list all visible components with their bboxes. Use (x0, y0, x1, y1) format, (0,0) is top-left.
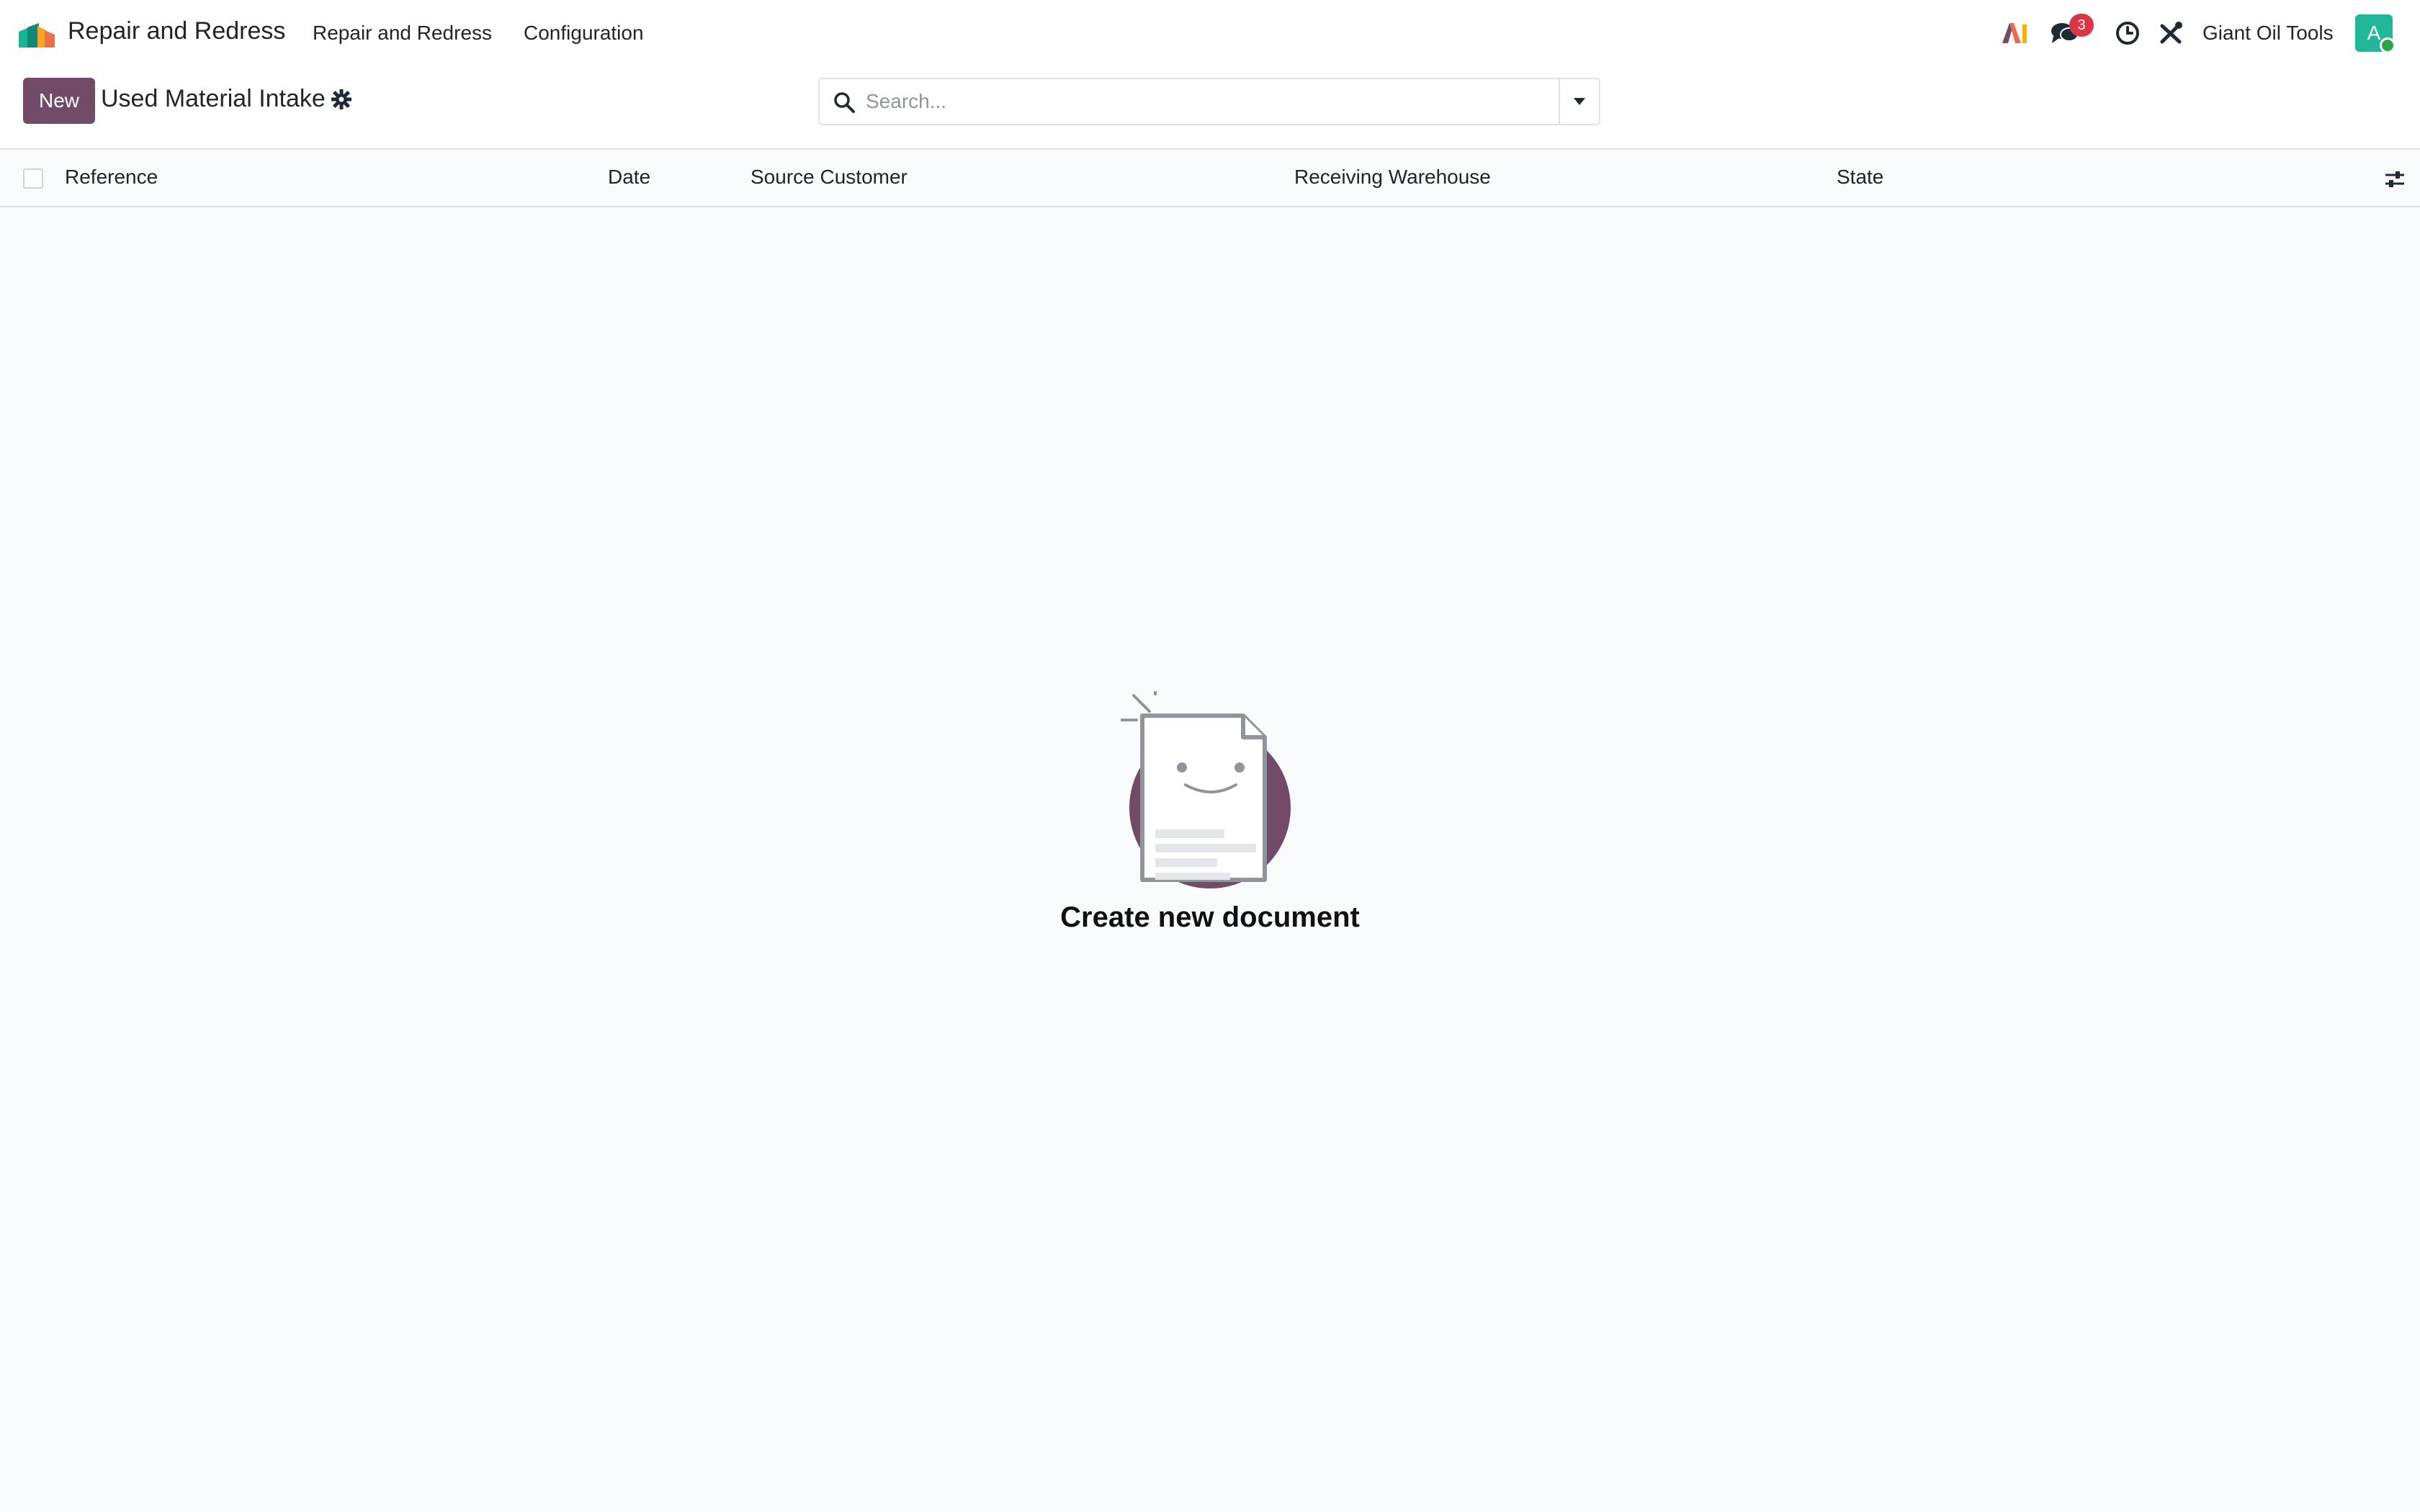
empty-document-illustration (1121, 691, 1291, 888)
app-logo-icon[interactable] (17, 19, 56, 48)
select-all-checkbox[interactable] (23, 168, 43, 189)
online-status-dot (2380, 37, 2396, 53)
search-box (818, 78, 1560, 125)
column-receiving-warehouse[interactable]: Receiving Warehouse (1294, 166, 1491, 189)
top-navbar: Repair and Redress Repair and Redress Co… (0, 0, 2420, 66)
search-icon (834, 92, 855, 113)
column-state[interactable]: State (1837, 166, 1883, 189)
page-title: Used Material Intake (101, 85, 326, 112)
gear-icon[interactable] (331, 89, 351, 109)
caret-down-icon (1574, 98, 1585, 105)
tools-icon[interactable] (2158, 20, 2184, 46)
control-panel: New Used Material Intake (0, 66, 2420, 150)
column-date[interactable]: Date (608, 166, 650, 189)
list-header: Reference Date Source Customer Receiving… (0, 150, 2420, 207)
new-button[interactable]: New (23, 78, 95, 124)
menu-repair-and-redress[interactable]: Repair and Redress (313, 22, 492, 45)
column-reference[interactable]: Reference (65, 166, 158, 189)
company-switcher[interactable]: Giant Oil Tools (2202, 22, 2334, 45)
optional-columns-icon[interactable] (2384, 168, 2406, 190)
activity-clock-icon[interactable] (2115, 20, 2141, 46)
menu-configuration[interactable]: Configuration (524, 22, 644, 45)
search-input[interactable] (866, 85, 1543, 118)
column-source-customer[interactable]: Source Customer (750, 166, 908, 189)
app-name[interactable]: Repair and Redress (68, 17, 285, 45)
ai-icon[interactable] (2001, 22, 2028, 45)
empty-state-title: Create new document (1060, 901, 1360, 933)
chat-badge: 3 (2069, 14, 2094, 37)
search-options-toggle[interactable] (1559, 78, 1600, 125)
